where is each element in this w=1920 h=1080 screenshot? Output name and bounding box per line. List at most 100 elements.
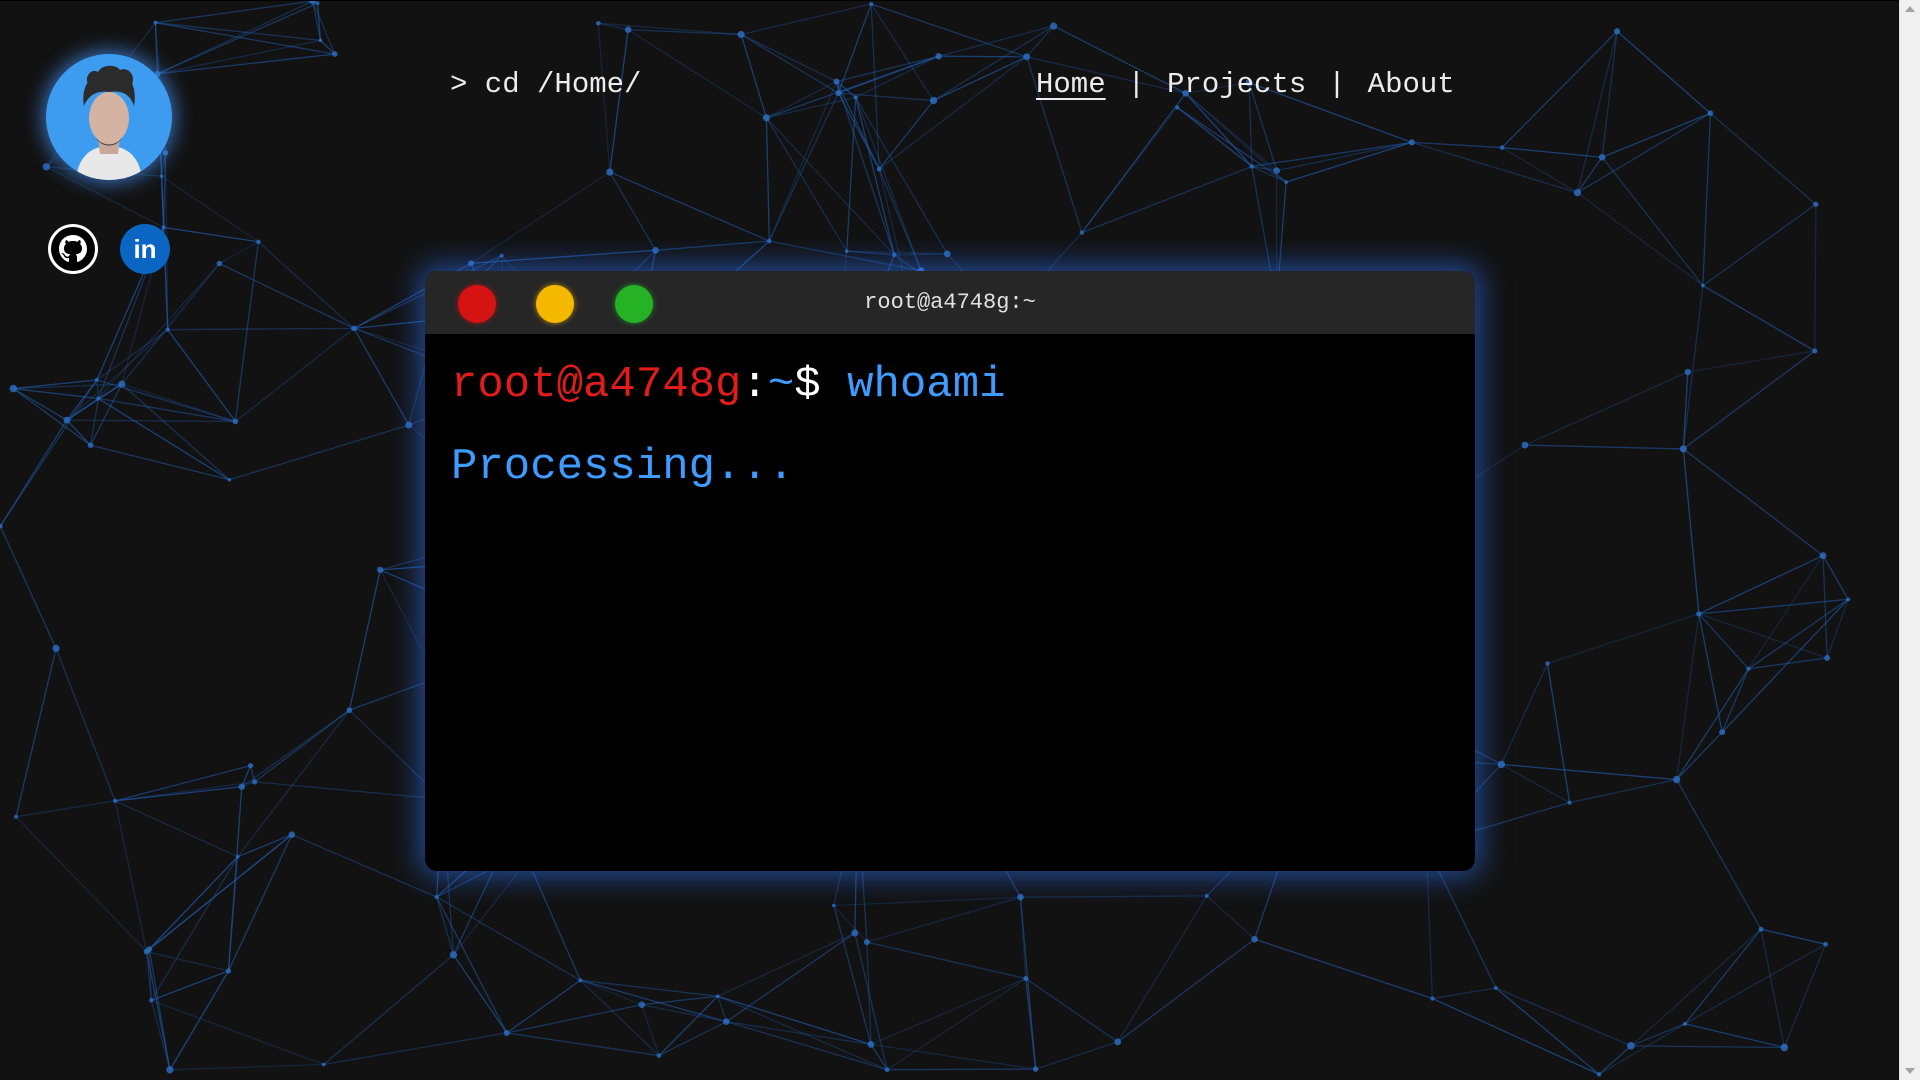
network-link xyxy=(627,29,767,119)
network-link xyxy=(157,39,321,75)
network-node xyxy=(256,239,261,244)
network-link xyxy=(1682,448,1824,557)
network-link xyxy=(163,226,259,243)
scroll-up-arrow-icon[interactable] xyxy=(1905,6,1915,12)
main-nav: Home | Projects | About xyxy=(1036,68,1455,101)
network-node xyxy=(1696,611,1702,617)
network-node xyxy=(9,384,18,393)
network-node xyxy=(238,783,245,790)
network-link xyxy=(96,379,236,423)
network-node xyxy=(1672,775,1681,784)
network-link xyxy=(146,950,229,972)
network-link xyxy=(933,56,1027,102)
network-node xyxy=(499,253,504,258)
network-node xyxy=(63,416,71,424)
network-link xyxy=(1176,106,1253,167)
network-link xyxy=(97,397,230,481)
network-link xyxy=(234,327,355,422)
network-link xyxy=(1176,106,1287,183)
network-node xyxy=(1032,1066,1039,1072)
network-link xyxy=(323,1032,507,1066)
linkedin-link[interactable]: in xyxy=(120,224,170,274)
network-link xyxy=(1501,763,1677,781)
network-node xyxy=(1573,189,1582,197)
network-link xyxy=(169,1063,324,1071)
network-link xyxy=(157,2,318,75)
nav-home[interactable]: Home xyxy=(1036,68,1106,101)
network-link xyxy=(470,171,611,264)
network-node xyxy=(346,707,353,714)
network-link xyxy=(938,25,1054,57)
network-link xyxy=(1185,92,1253,167)
network-link xyxy=(1630,1045,1785,1049)
network-link xyxy=(234,241,260,422)
network-link xyxy=(150,856,239,1001)
network-link xyxy=(15,648,57,817)
terminal-body: root@a4748g:~$ whoami Processing... xyxy=(451,359,1006,493)
network-node xyxy=(162,150,169,156)
network-node xyxy=(853,95,858,100)
network-link xyxy=(97,263,220,399)
network-link xyxy=(1682,285,1704,450)
network-link xyxy=(765,117,770,242)
network-node xyxy=(1758,926,1764,932)
network-node xyxy=(235,854,240,859)
network-node xyxy=(1567,800,1572,805)
network-node xyxy=(844,249,849,253)
network-link xyxy=(1285,141,1412,183)
network-node xyxy=(656,1053,662,1058)
network-node xyxy=(1493,986,1498,990)
network-node xyxy=(1023,53,1031,61)
network-node xyxy=(876,166,882,172)
network-node xyxy=(1684,368,1691,376)
network-link xyxy=(1020,895,1207,898)
network-link xyxy=(655,240,770,251)
network-node xyxy=(1017,893,1024,901)
network-node xyxy=(869,1,874,6)
network-node xyxy=(624,26,632,34)
github-link[interactable] xyxy=(48,224,98,274)
avatar[interactable] xyxy=(46,54,172,180)
network-link xyxy=(1117,938,1256,1043)
terminal-title: root@a4748g:~ xyxy=(864,290,1036,315)
network-link xyxy=(1760,928,1826,945)
network-node xyxy=(96,396,101,401)
network-link xyxy=(740,3,872,36)
network-link xyxy=(717,932,856,997)
network-node xyxy=(252,779,258,785)
network-link xyxy=(1826,599,1849,659)
network-link xyxy=(1601,31,1618,158)
network-node xyxy=(503,1029,510,1036)
network-link xyxy=(90,444,230,481)
network-link xyxy=(1501,30,1618,149)
network-link xyxy=(878,56,1028,170)
network-node xyxy=(0,523,3,529)
network-node xyxy=(833,78,840,85)
network-link xyxy=(833,896,1021,907)
nav-projects[interactable]: Projects xyxy=(1167,68,1306,101)
scroll-down-arrow-icon[interactable] xyxy=(1905,1068,1915,1074)
network-node xyxy=(935,53,942,60)
network-link xyxy=(866,896,1021,943)
scrollbar[interactable] xyxy=(1899,0,1920,1080)
network-link xyxy=(157,53,335,75)
network-link xyxy=(1822,555,1828,658)
linkedin-icon: in xyxy=(133,234,156,264)
network-node xyxy=(1613,28,1621,35)
network-link xyxy=(114,800,238,858)
network-link xyxy=(1682,372,1689,449)
svg-text:in: in xyxy=(133,234,156,264)
network-link xyxy=(1251,141,1412,168)
network-link xyxy=(1501,763,1570,804)
network-link xyxy=(1577,112,1711,194)
network-link xyxy=(1721,598,1849,733)
nav-about[interactable]: About xyxy=(1368,68,1455,101)
network-link xyxy=(349,677,438,711)
network-link xyxy=(766,80,837,119)
network-node xyxy=(449,951,458,959)
network-link xyxy=(1814,204,1817,351)
network-node xyxy=(1707,110,1714,117)
network-link xyxy=(291,834,437,898)
network-link xyxy=(1546,663,1571,803)
network-node xyxy=(331,51,338,57)
